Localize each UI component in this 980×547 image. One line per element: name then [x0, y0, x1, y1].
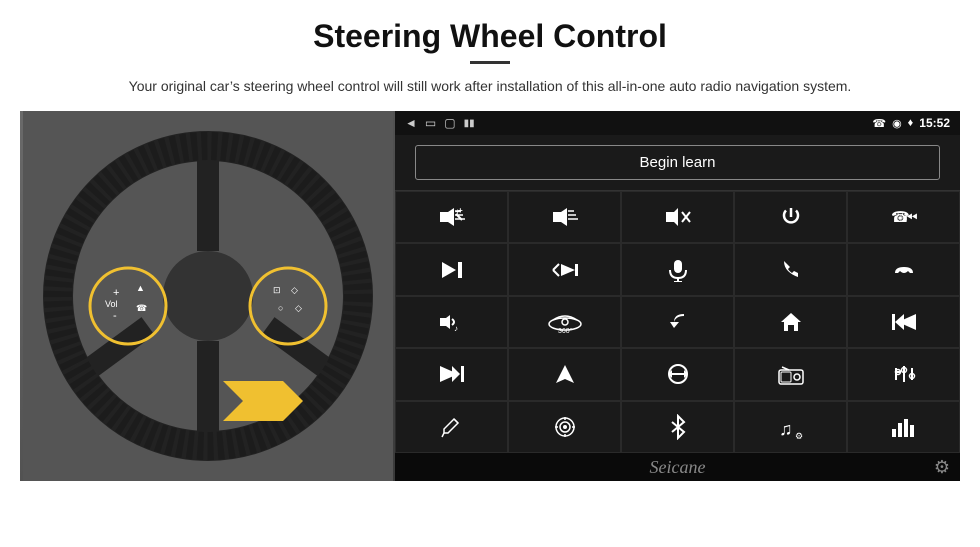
target-button[interactable]	[508, 401, 621, 453]
begin-learn-button[interactable]: Begin learn	[415, 145, 940, 180]
home-nav-icon[interactable]: ▭	[425, 116, 436, 130]
svg-text:⚙: ⚙	[795, 431, 803, 439]
status-bar: ◄ ▭ ▢ ▮▮ ☎ ◉ ♦ 15:52	[395, 111, 960, 135]
svg-text:360°: 360°	[558, 327, 573, 334]
svg-text:Vol: Vol	[105, 299, 118, 309]
page-wrapper: Steering Wheel Control Your original car…	[0, 0, 980, 481]
back-button[interactable]	[621, 296, 734, 348]
call-prev-button[interactable]: ☎⏮	[847, 191, 960, 243]
svg-text:☎: ☎	[136, 303, 147, 313]
skip-next-button[interactable]	[395, 243, 508, 295]
speaker-button[interactable]: ♪	[395, 296, 508, 348]
mute-button[interactable]	[621, 191, 734, 243]
svg-text:+: +	[458, 206, 463, 215]
bluetooth-button[interactable]	[621, 401, 734, 453]
vol-down-button[interactable]: -	[508, 191, 621, 243]
wheel-container: + Vol - ▲ ☎ ⊡ ◇ ○ ◇	[20, 111, 395, 481]
phone-status-icon: ☎	[872, 117, 886, 130]
fast-forward-button[interactable]	[395, 348, 508, 400]
svg-text:○: ○	[278, 303, 283, 313]
levels-button[interactable]	[847, 401, 960, 453]
svg-text:+: +	[113, 287, 119, 299]
svg-text:-: -	[113, 310, 117, 322]
controls-grid: ++ - ☎⏮	[395, 190, 960, 453]
time-display: 15:52	[919, 116, 950, 130]
music-button[interactable]: ♫⚙	[734, 401, 847, 453]
page-title: Steering Wheel Control	[20, 18, 960, 55]
svg-text:⊡: ⊡	[273, 285, 281, 295]
edit-button[interactable]	[395, 401, 508, 453]
svg-text:-: -	[571, 206, 574, 215]
content-row: + Vol - ▲ ☎ ⊡ ◇ ○ ◇	[20, 111, 960, 481]
svg-text:♪: ♪	[454, 324, 458, 333]
steering-wheel-image: + Vol - ▲ ☎ ⊡ ◇ ○ ◇	[20, 111, 395, 481]
radio-button[interactable]	[734, 348, 847, 400]
bottom-bar: Seicane ⚙	[395, 453, 960, 481]
svg-text:♫: ♫	[779, 419, 793, 439]
brand-name: Seicane	[650, 457, 706, 478]
location-status-icon: ◉	[892, 117, 902, 130]
rewind-button[interactable]	[847, 296, 960, 348]
vol-up-button[interactable]: ++	[395, 191, 508, 243]
recent-nav-icon[interactable]: ▢	[444, 116, 455, 130]
end-call-button[interactable]	[847, 243, 960, 295]
steering-wheel-svg: + Vol - ▲ ☎ ⊡ ◇ ○ ◇	[23, 111, 393, 481]
power-button[interactable]	[734, 191, 847, 243]
360-view-button[interactable]: 360°	[508, 296, 621, 348]
status-bar-left: ◄ ▭ ▢ ▮▮	[405, 116, 475, 130]
home-button[interactable]	[734, 296, 847, 348]
signal-icon: ▮▮	[464, 118, 475, 129]
svg-text:▲: ▲	[136, 283, 145, 293]
android-panel: ◄ ▭ ▢ ▮▮ ☎ ◉ ♦ 15:52 Begin learn ++	[395, 111, 960, 481]
microphone-button[interactable]	[621, 243, 734, 295]
call-button[interactable]	[734, 243, 847, 295]
settings-gear-icon[interactable]: ⚙	[934, 457, 950, 478]
status-bar-right: ☎ ◉ ♦ 15:52	[872, 116, 950, 130]
svg-text:◇: ◇	[291, 285, 298, 295]
title-divider	[470, 61, 510, 64]
equalizer-button[interactable]	[847, 348, 960, 400]
wifi-status-icon: ♦	[908, 117, 914, 129]
page-subtitle: Your original car’s steering wheel contr…	[20, 76, 960, 97]
swap-button[interactable]	[621, 348, 734, 400]
svg-text:◇: ◇	[295, 303, 302, 313]
scan-button[interactable]	[508, 243, 621, 295]
svg-text:⏮: ⏮	[905, 209, 918, 225]
back-nav-icon[interactable]: ◄	[405, 116, 417, 130]
navigation-button[interactable]	[508, 348, 621, 400]
